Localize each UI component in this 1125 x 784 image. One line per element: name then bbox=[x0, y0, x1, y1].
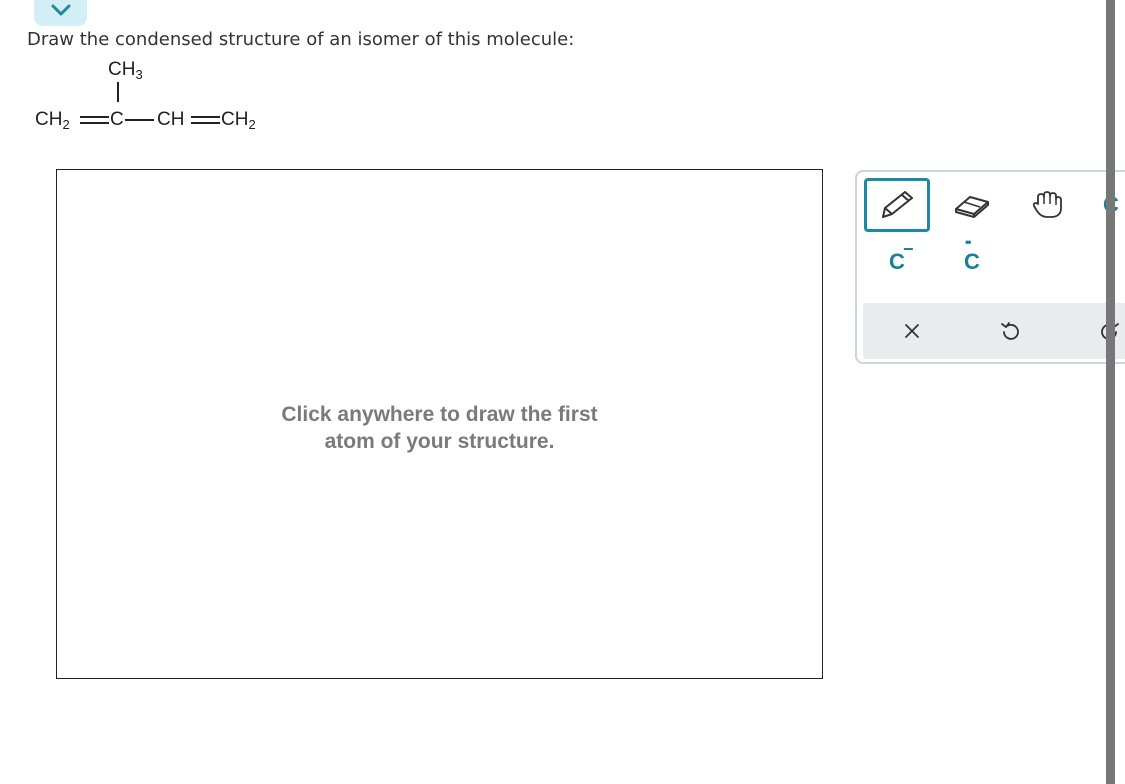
double-bond-right-bottom bbox=[191, 122, 220, 124]
hand-icon bbox=[1032, 191, 1062, 218]
carbon-charge-label: C − bbox=[889, 239, 914, 274]
clear-button[interactable] bbox=[887, 303, 937, 359]
eraser-tool[interactable] bbox=[939, 178, 1005, 232]
double-bond-left-bottom bbox=[80, 122, 109, 124]
atom-ch2-right: CH2 bbox=[221, 109, 256, 132]
double-bond-left-top bbox=[80, 116, 109, 118]
single-bond-vertical bbox=[117, 82, 119, 102]
atom-ch: CH bbox=[157, 109, 185, 130]
canvas-hint: Click anywhere to draw the first atom of… bbox=[281, 403, 598, 453]
undo-button[interactable] bbox=[985, 303, 1035, 359]
redo-button[interactable] bbox=[1085, 303, 1125, 359]
single-bond-center bbox=[125, 119, 154, 121]
collapse-button[interactable] bbox=[34, 0, 87, 26]
chevron-down-icon bbox=[51, 4, 70, 16]
scrollbar[interactable] bbox=[1106, 0, 1115, 784]
hand-tool[interactable] bbox=[1014, 178, 1080, 232]
close-icon bbox=[905, 324, 919, 338]
carbon-lone-pair-label: •• C bbox=[964, 235, 980, 274]
action-bar bbox=[863, 303, 1125, 359]
pencil-icon bbox=[882, 191, 913, 218]
negative-charge-tool[interactable]: C − bbox=[864, 235, 930, 289]
atom-c-center: C bbox=[110, 109, 124, 130]
eraser-icon bbox=[955, 196, 989, 218]
undo-icon bbox=[1001, 322, 1019, 340]
atom-ch2-left: CH2 bbox=[35, 109, 70, 132]
drawing-canvas[interactable]: Click anywhere to draw the first atom of… bbox=[56, 169, 823, 679]
double-bond-right-top bbox=[191, 116, 220, 118]
drawing-toolbar: C C− ••C bbox=[855, 170, 1125, 364]
lone-pair-tool[interactable]: •• C bbox=[939, 235, 1005, 289]
branch-methyl: CH3 bbox=[108, 59, 143, 82]
pencil-tool[interactable] bbox=[864, 178, 930, 232]
molecule-structure: CH3 CH2 C CH CH2 bbox=[30, 52, 290, 142]
question-prompt: Draw the condensed structure of an isome… bbox=[27, 29, 575, 50]
